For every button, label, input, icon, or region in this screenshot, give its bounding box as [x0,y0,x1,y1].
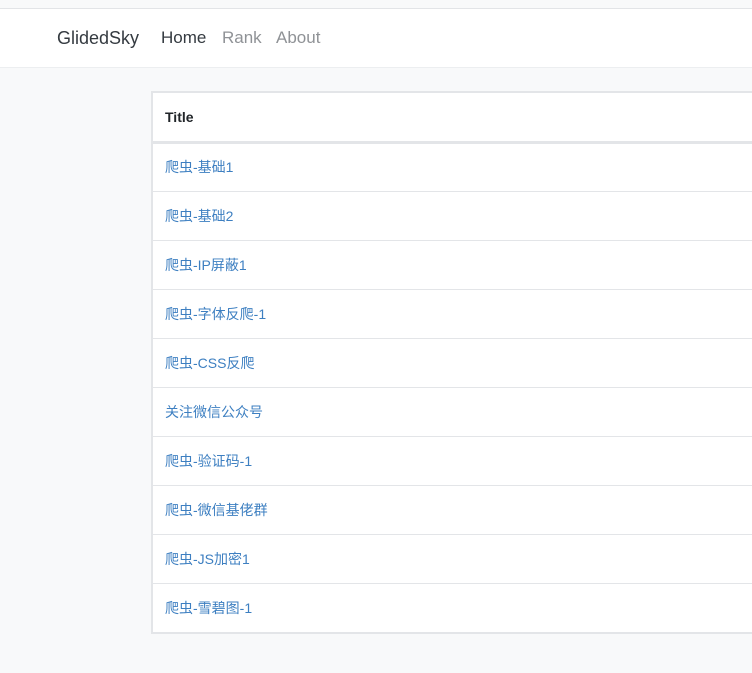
table-cell: 爬虫-CSS反爬 [153,338,752,388]
table-cell: 爬虫-基础2 [153,191,752,241]
table-row: 爬虫-JS加密1 [153,534,752,584]
challenge-link[interactable]: 关注微信公众号 [165,404,263,420]
title-column-header: Title [153,93,752,144]
page: GlidedSky Home Rank About Title 爬虫-基础1 爬… [0,0,752,673]
challenge-link[interactable]: 爬虫-基础2 [165,208,233,224]
challenge-link[interactable]: 爬虫-验证码-1 [165,453,252,469]
table-cell: 关注微信公众号 [153,387,752,437]
table-cell: 爬虫-雪碧图-1 [153,583,752,632]
nav-home-link[interactable]: Home [161,27,206,49]
top-navbar: GlidedSky Home Rank About [0,8,752,68]
table-row: 关注微信公众号 [153,387,752,437]
challenge-link[interactable]: 爬虫-雪碧图-1 [165,600,252,616]
table-cell: 爬虫-JS加密1 [153,534,752,584]
brand-link[interactable]: GlidedSky [57,27,139,49]
table-row: 爬虫-CSS反爬 [153,338,752,388]
challenge-table-container: Title 爬虫-基础1 爬虫-基础2 爬虫-IP屏蔽1 爬虫-字体反爬-1 爬… [151,91,752,634]
table-row: 爬虫-字体反爬-1 [153,289,752,339]
table-cell: 爬虫-基础1 [153,142,752,192]
challenge-link[interactable]: 爬虫-IP屏蔽1 [165,257,247,273]
table-header-row: Title [153,93,752,144]
challenge-table: Title 爬虫-基础1 爬虫-基础2 爬虫-IP屏蔽1 爬虫-字体反爬-1 爬… [153,93,752,632]
challenge-link[interactable]: 爬虫-JS加密1 [165,551,250,567]
table-cell: 爬虫-微信基佬群 [153,485,752,535]
table-row: 爬虫-微信基佬群 [153,485,752,535]
table-row: 爬虫-IP屏蔽1 [153,240,752,290]
table-cell: 爬虫-验证码-1 [153,436,752,486]
table-row: 爬虫-验证码-1 [153,436,752,486]
table-row: 爬虫-基础2 [153,191,752,241]
challenge-link[interactable]: 爬虫-微信基佬群 [165,502,268,518]
nav-about-link[interactable]: About [276,27,320,49]
table-cell: 爬虫-IP屏蔽1 [153,240,752,290]
challenge-link[interactable]: 爬虫-基础1 [165,159,233,175]
table-row: 爬虫-雪碧图-1 [153,583,752,632]
table-row: 爬虫-基础1 [153,142,752,192]
challenge-link[interactable]: 爬虫-CSS反爬 [165,355,254,371]
table-cell: 爬虫-字体反爬-1 [153,289,752,339]
challenge-link[interactable]: 爬虫-字体反爬-1 [165,306,266,322]
nav-rank-link[interactable]: Rank [222,27,262,49]
